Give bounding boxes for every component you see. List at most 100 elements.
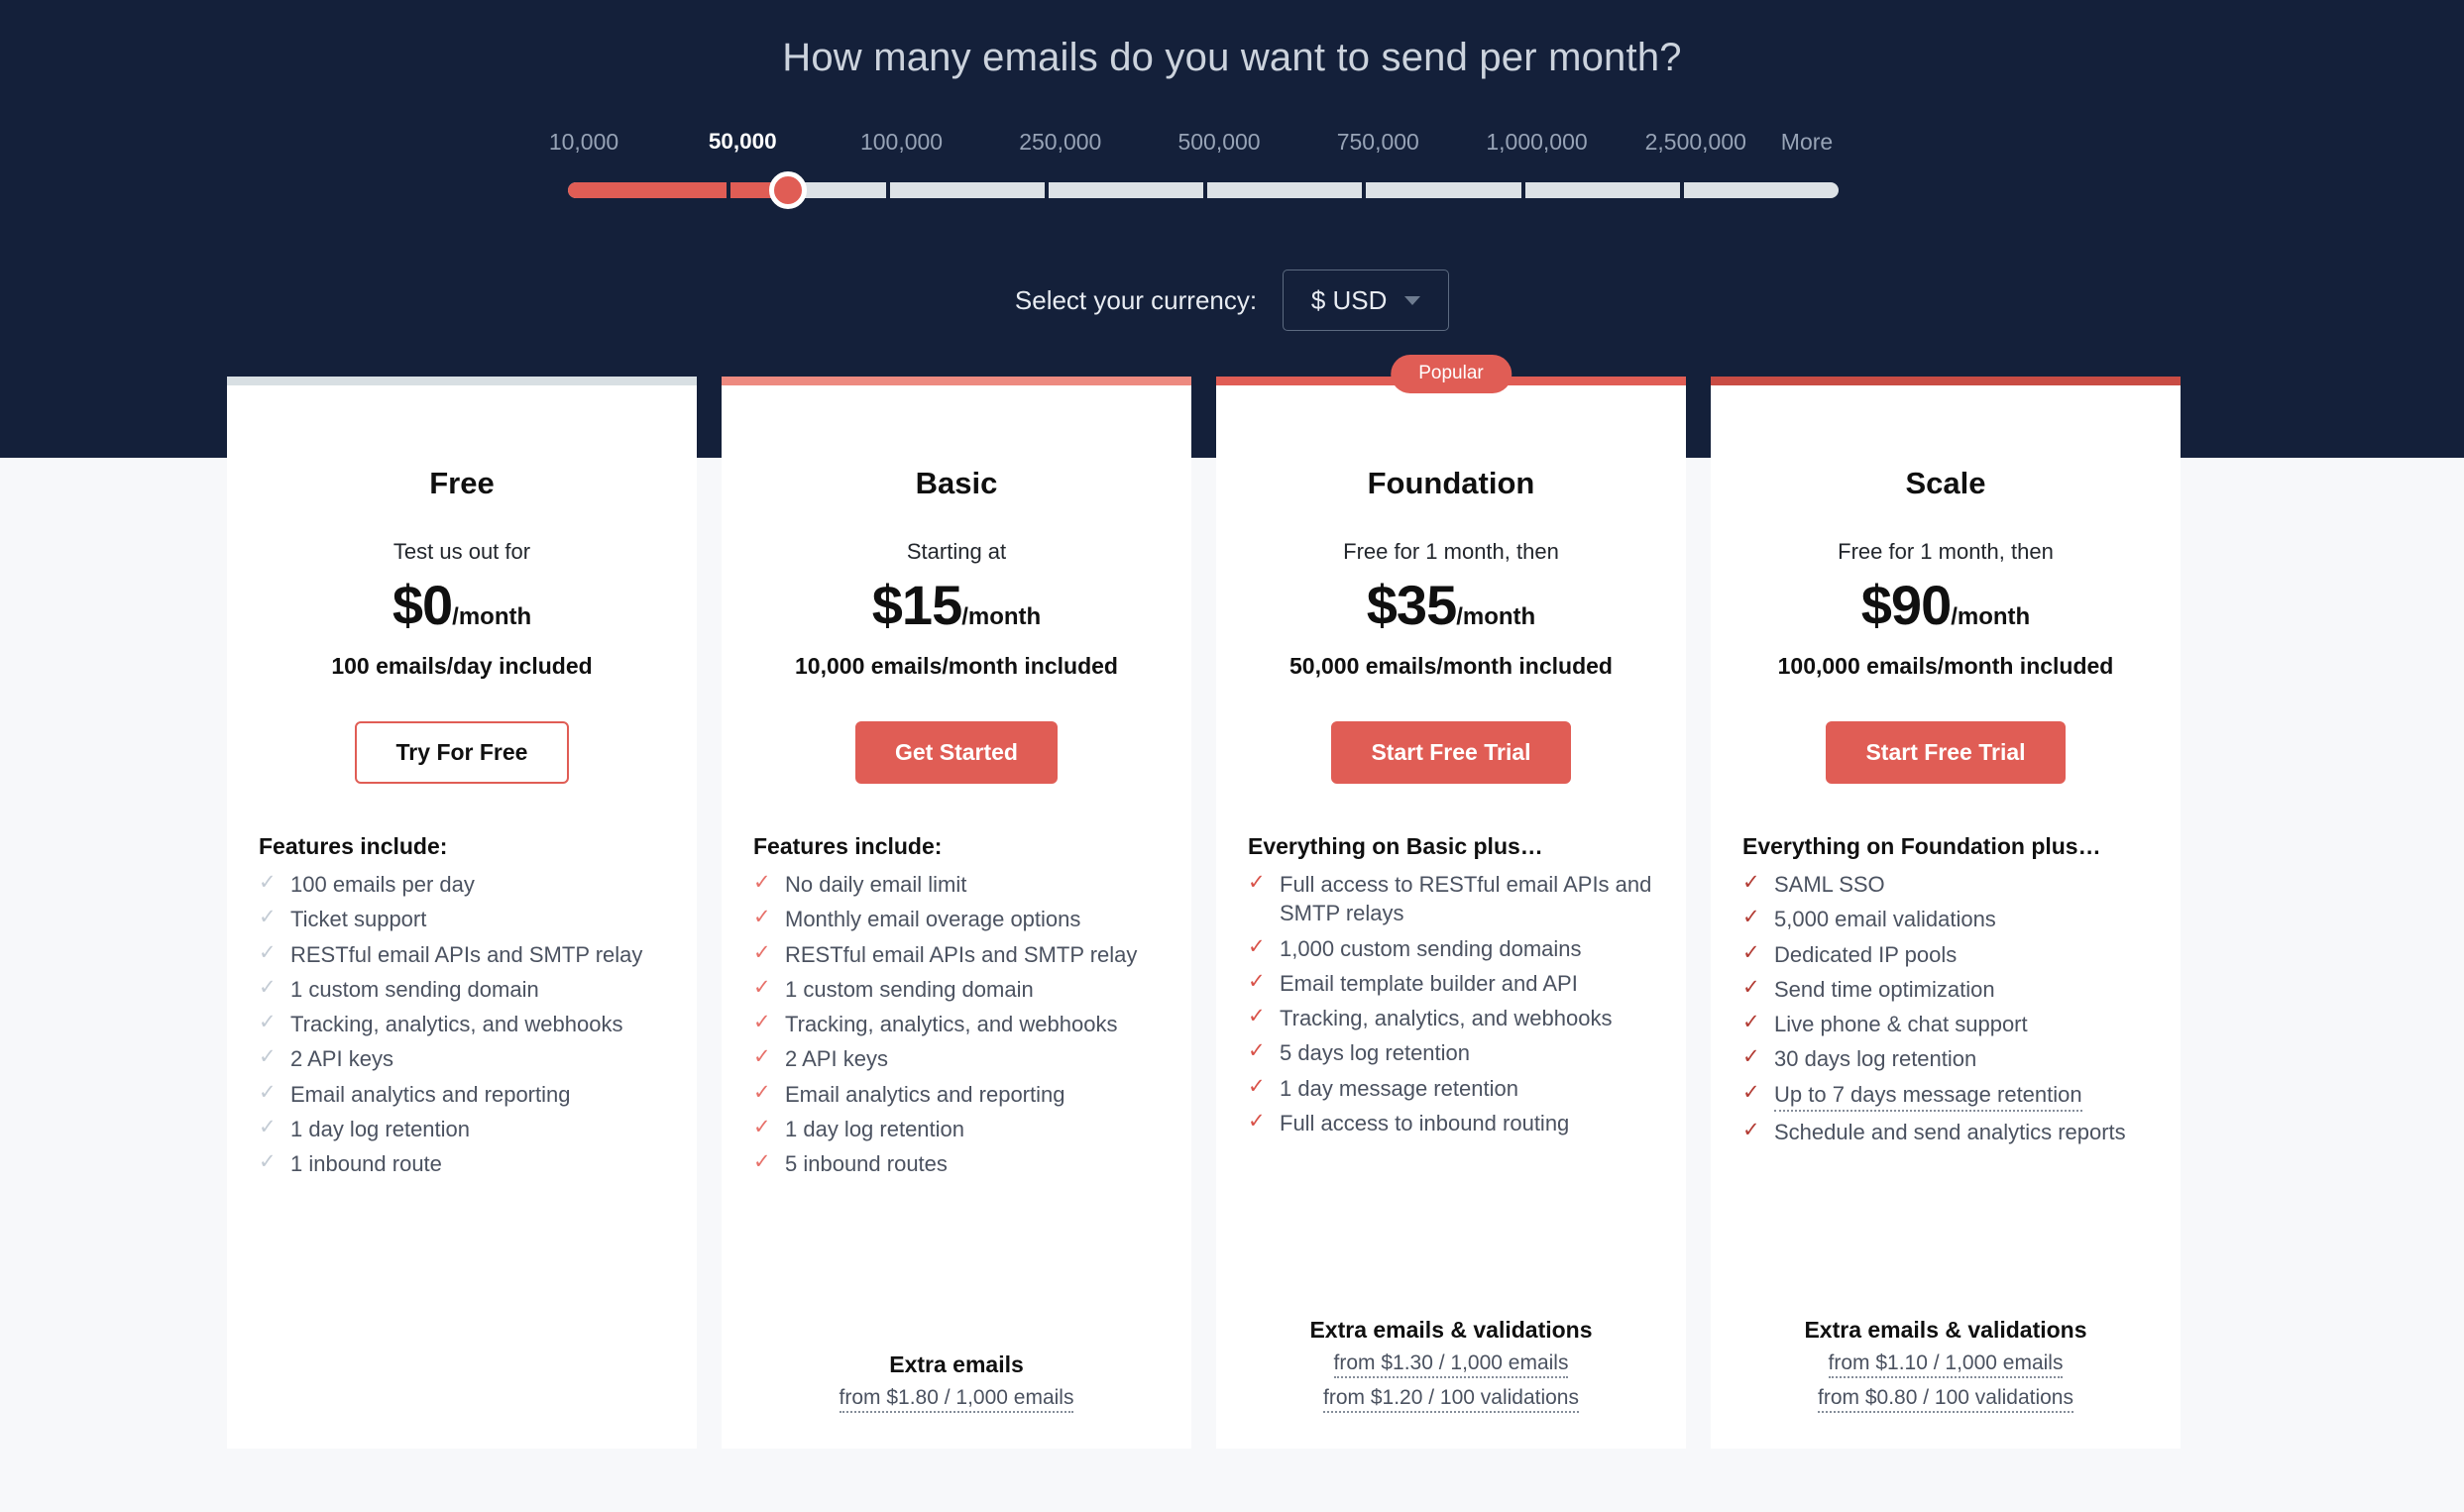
list-item: ✓ SAML SSO <box>1742 870 2149 899</box>
extras-title: Extra emails <box>889 1351 1024 1377</box>
slider-label-250000[interactable]: 250,000 <box>1019 129 1101 156</box>
plan-tagline: Free for 1 month, then <box>1343 539 1559 564</box>
slider-label-50000[interactable]: 50,000 <box>709 129 777 155</box>
check-icon: ✓ <box>753 975 771 999</box>
check-icon: ✓ <box>259 975 277 999</box>
check-icon: ✓ <box>753 1045 771 1069</box>
popular-badge: Popular <box>1391 355 1512 393</box>
list-item: ✓ 1 day message retention <box>1248 1074 1654 1103</box>
feature-label: SAML SSO <box>1774 872 1885 897</box>
list-item: ✓ 5 inbound routes <box>753 1149 1160 1178</box>
feature-label: Full access to inbound routing <box>1280 1110 1570 1135</box>
card-accent-bar <box>1711 377 2181 385</box>
plan-name: Foundation <box>1367 466 1535 500</box>
list-item: ✓ 2 API keys <box>259 1044 665 1073</box>
plan-price-row: $90/month <box>1742 573 2149 637</box>
slider-label-100000[interactable]: 100,000 <box>860 129 943 156</box>
extras-rate[interactable]: from $1.30 / 1,000 emails <box>1333 1351 1569 1378</box>
extras-rate[interactable]: from $1.20 / 100 validations <box>1323 1386 1579 1413</box>
feature-label: Schedule and send analytics reports <box>1774 1119 2126 1144</box>
cta-button-basic[interactable]: Get Started <box>855 721 1058 784</box>
list-item: ✓ No daily email limit <box>753 870 1160 899</box>
cta-button-foundation[interactable]: Start Free Trial <box>1331 721 1571 784</box>
pricing-card-scale: Scale Free for 1 month, then $90/month 100,… <box>1711 377 2181 1449</box>
list-item: ✓ 1,000 custom sending domains <box>1248 934 1654 963</box>
pricing-page: How many emails do you want to send per … <box>0 0 2464 1512</box>
pricing-card-foundation: Popular Foundation Free for 1 month, then $… <box>1216 355 1686 1449</box>
plan-price-amount: $35 <box>1366 574 1457 636</box>
slider-label-2500000[interactable]: 2,500,000 <box>1645 129 1746 156</box>
slider-label-more[interactable]: More <box>1781 129 1833 156</box>
extras-title: Extra emails & validations <box>1309 1317 1593 1343</box>
plan-price-row: $15/month <box>753 573 1160 637</box>
check-icon: ✓ <box>259 1150 277 1173</box>
plan-price-amount: $90 <box>1860 574 1952 636</box>
cta-wrapper: Start Free Trial <box>1742 721 2149 784</box>
feature-label: 1 custom sending domain <box>290 976 539 1002</box>
slider-tick <box>1044 182 1049 198</box>
extras-section: Extra emails from $1.80 / 1,000 emails <box>753 1351 1160 1413</box>
slider-label-750000[interactable]: 750,000 <box>1337 129 1419 156</box>
list-item: ✓ Live phone & chat support <box>1742 1010 2149 1038</box>
check-icon: ✓ <box>259 1011 277 1033</box>
feature-list: ✓ SAML SSO ✓ 5,000 email validations ✓ Dedica… <box>1742 870 2149 1152</box>
features-heading: Everything on Foundation plus… <box>1742 833 2101 859</box>
feature-label: Email analytics and reporting <box>290 1081 571 1107</box>
slider-label-10000[interactable]: 10,000 <box>549 129 618 156</box>
list-item: ✓ Send time optimization <box>1742 975 2149 1004</box>
slider-label-1000000[interactable]: 1,000,000 <box>1486 129 1587 156</box>
check-icon: ✓ <box>1742 940 1760 964</box>
list-item: ✓ 100 emails per day <box>259 870 665 899</box>
extras-title: Extra emails & validations <box>1804 1317 2087 1343</box>
plan-name: Scale <box>1905 466 1986 500</box>
feature-label: 30 days log retention <box>1774 1046 1977 1072</box>
feature-label: 5,000 email validations <box>1774 907 1996 932</box>
list-item: ✓ Email template builder and API <box>1248 969 1654 998</box>
feature-label: Live phone & chat support <box>1774 1012 2028 1036</box>
slider-tick <box>1520 182 1525 198</box>
check-icon: ✓ <box>1742 1080 1760 1104</box>
feature-label: 5 inbound routes <box>785 1151 948 1176</box>
extras-rate[interactable]: from $1.10 / 1,000 emails <box>1828 1351 2064 1378</box>
cta-button-scale[interactable]: Start Free Trial <box>1826 721 2066 784</box>
feature-label: Ticket support <box>290 907 427 932</box>
extras-section: Extra emails & validations from $1.10 / 1… <box>1742 1317 2149 1413</box>
plan-name: Basic <box>915 466 998 500</box>
extras-rate[interactable]: from $0.80 / 100 validations <box>1818 1386 2073 1413</box>
check-icon: ✓ <box>1742 1045 1760 1069</box>
extras-rate[interactable]: from $1.80 / 1,000 emails <box>839 1386 1074 1413</box>
slider-thumb[interactable] <box>769 171 807 209</box>
check-icon: ✓ <box>259 1045 277 1069</box>
feature-label: 1 inbound route <box>290 1151 442 1176</box>
slider-track-area[interactable] <box>568 170 1839 210</box>
list-item: ✓ Email analytics and reporting <box>753 1080 1160 1109</box>
check-icon: ✓ <box>753 1150 771 1173</box>
plan-price-period: /month <box>1951 603 2031 630</box>
pricing-cards: Free Test us out for $0/month 100 emails/da… <box>227 355 2181 1449</box>
list-item: ✓ Monthly email overage options <box>753 905 1160 933</box>
card-accent-bar <box>722 377 1191 385</box>
list-item: ✓ 5 days log retention <box>1248 1038 1654 1067</box>
check-icon: ✓ <box>1248 1074 1266 1098</box>
slider-tick <box>1203 182 1207 198</box>
check-icon: ✓ <box>1248 871 1266 894</box>
list-item: ✓ Tracking, analytics, and webhooks <box>753 1010 1160 1038</box>
slider-label-500000[interactable]: 500,000 <box>1177 129 1260 156</box>
plan-price-period: /month <box>961 603 1042 630</box>
plan-tagline: Starting at <box>906 539 1007 564</box>
card-accent-bar <box>227 377 697 385</box>
check-icon: ✓ <box>1248 934 1266 958</box>
currency-select[interactable]: $ USD <box>1283 270 1450 331</box>
cta-button-free[interactable]: Try For Free <box>354 721 570 784</box>
check-icon: ✓ <box>1248 969 1266 993</box>
plan-included-quota: 50,000 emails/month included <box>1289 653 1613 679</box>
feature-label: Full access to RESTful email APIs and SM… <box>1280 872 1652 926</box>
check-icon: ✓ <box>259 1115 277 1138</box>
emails-per-month-slider[interactable]: 10,000 50,000 100,000 250,000 500,000 750,000… <box>549 129 1839 210</box>
list-item: ✓ 1 day log retention <box>753 1115 1160 1143</box>
feature-label[interactable]: Up to 7 days message retention <box>1774 1080 2082 1112</box>
check-icon: ✓ <box>1742 1011 1760 1033</box>
feature-label: Monthly email overage options <box>785 907 1081 932</box>
feature-label: Tracking, analytics, and webhooks <box>785 1012 1118 1036</box>
plan-included-quota: 100 emails/day included <box>331 653 593 679</box>
